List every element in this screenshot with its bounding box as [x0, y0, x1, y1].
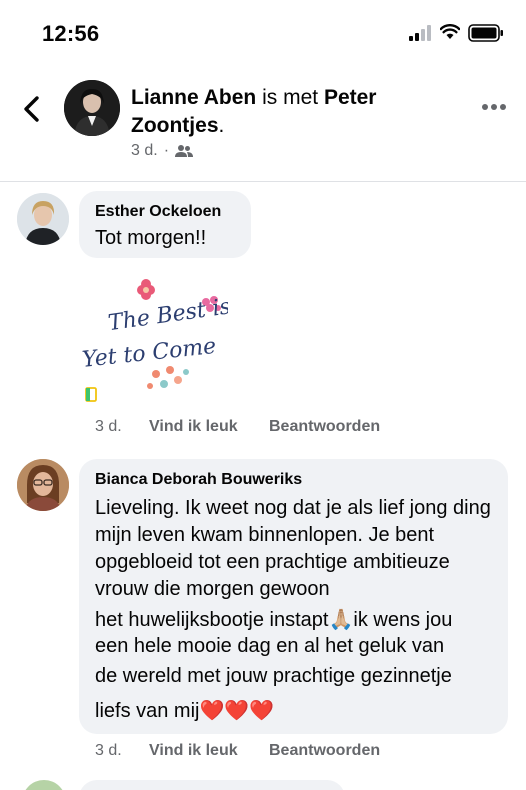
sticker-image[interactable]: The Best is Yet to Come — [78, 278, 232, 408]
comment-text: Tot morgen!! — [95, 227, 207, 249]
comment-actions: 3 d. Vind ik leuk Beantwoorden — [95, 418, 380, 436]
comment-text-line: liefs van mij❤️❤️❤️ — [95, 698, 274, 723]
comment-time[interactable]: 3 d. — [95, 418, 149, 436]
author-photo — [64, 80, 120, 136]
commenter-avatar[interactable] — [17, 193, 69, 245]
comment-text-line: een hele mooie dag en al het geluk van — [95, 635, 445, 657]
back-arrow-icon[interactable] — [18, 92, 48, 126]
sticker-badge — [85, 387, 97, 402]
sticker-line-1: The Best is — [107, 294, 228, 336]
hearts-emoji: ❤️❤️❤️ — [199, 700, 275, 722]
sticker-line-2: Yet to Come — [81, 334, 217, 373]
with-text: is met — [262, 86, 319, 109]
cellular-signal-icon — [409, 25, 431, 41]
best-is-yet-to-come-sticker: The Best is Yet to Come — [81, 279, 232, 402]
friends-icon — [175, 145, 194, 157]
comment-actions: 3 d. Vind ik leuk Beantwoorden — [95, 742, 380, 760]
title-period: . — [218, 114, 225, 137]
author-avatar[interactable] — [64, 80, 120, 136]
flower-top — [137, 279, 155, 300]
comment-text-line: de wereld met jouw prachtige gezinnetje — [95, 665, 452, 687]
meta-separator: · — [163, 142, 170, 159]
status-time: 12:56 — [42, 21, 100, 46]
wifi-icon — [440, 24, 460, 39]
commenter-avatar[interactable] — [22, 780, 66, 790]
comment-bubble — [79, 780, 345, 790]
post-header: Lianne Aben is met Peter Zoontjes. 3 d. … — [0, 64, 526, 182]
reply-button[interactable]: Beantwoorden — [269, 418, 380, 436]
post-meta: 3 d. · — [131, 142, 194, 160]
like-button[interactable]: Vind ik leuk — [149, 742, 269, 760]
status-bar: 12:56 — [0, 0, 526, 64]
commenter-name[interactable]: Esther Ockeloen — [95, 203, 221, 221]
comment-bubble: Esther Ockeloen Tot morgen!! — [79, 191, 251, 258]
commenter-photo — [17, 193, 69, 245]
comment-text-segment: liefs van mij — [95, 700, 200, 722]
comment-text-segment: het huwelijksbootje instapt — [95, 609, 329, 631]
commenter-avatar[interactable] — [17, 459, 69, 511]
commenter-photo — [17, 459, 69, 511]
comment-text-segment: ik wens jou — [353, 609, 453, 631]
comment-bubble: Bianca Deborah Bouweriks Lieveling. Ik w… — [79, 459, 508, 734]
post-time[interactable]: 3 d. — [131, 142, 158, 160]
comment-text-line: het huwelijksbootje instapt🙏🏼ik wens jou — [95, 607, 452, 632]
like-button[interactable]: Vind ik leuk — [149, 418, 269, 436]
author-name[interactable]: Lianne Aben — [131, 86, 256, 109]
praying-hands-emoji: 🙏🏼 — [328, 609, 354, 631]
comment-time[interactable]: 3 d. — [95, 742, 149, 760]
post-comments-screen: 12:56 Lianne Aben is met Peter Zoontjes.… — [0, 0, 526, 790]
more-options-icon[interactable] — [481, 102, 507, 112]
comment-text: Lieveling. Ik weet nog dat je als lief j… — [95, 497, 491, 600]
reply-button[interactable]: Beantwoorden — [269, 742, 380, 760]
battery-icon — [468, 24, 503, 42]
post-title: Lianne Aben is met Peter Zoontjes. — [131, 84, 461, 140]
flower-bottom — [147, 366, 189, 389]
commenter-name[interactable]: Bianca Deborah Bouweriks — [95, 471, 302, 489]
